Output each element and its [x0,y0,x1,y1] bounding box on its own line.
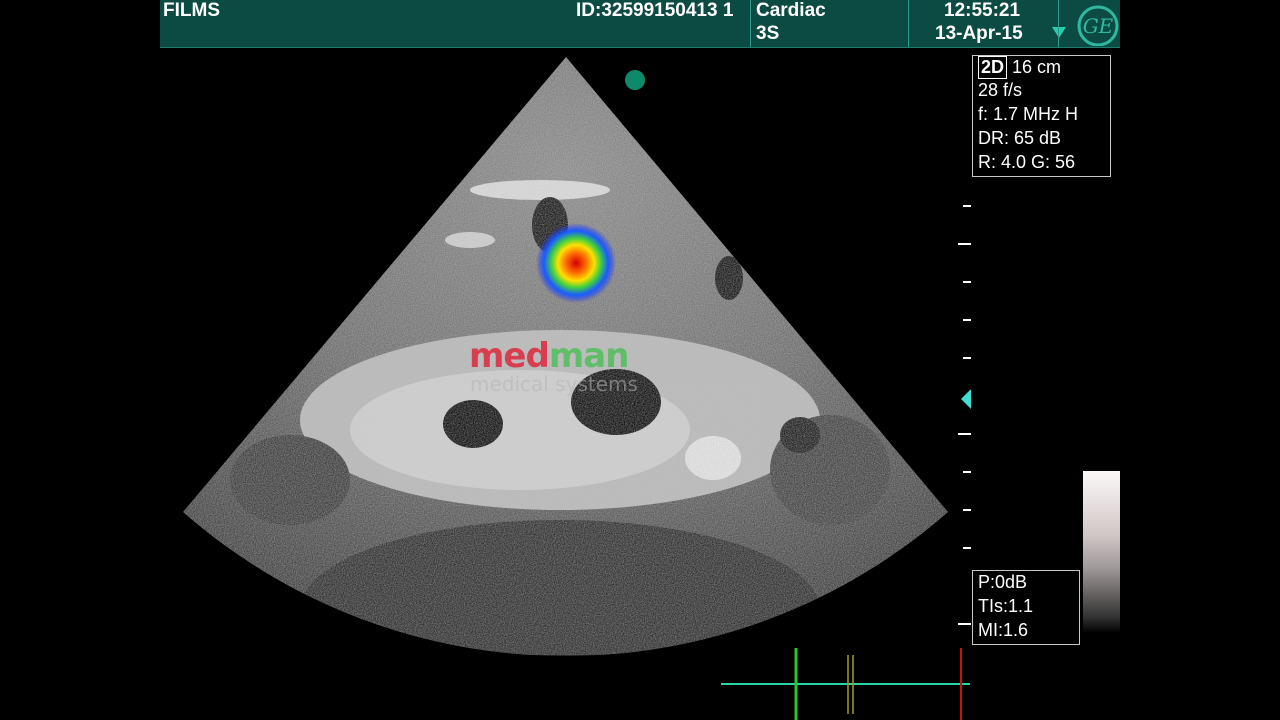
timing-trace [721,648,970,720]
